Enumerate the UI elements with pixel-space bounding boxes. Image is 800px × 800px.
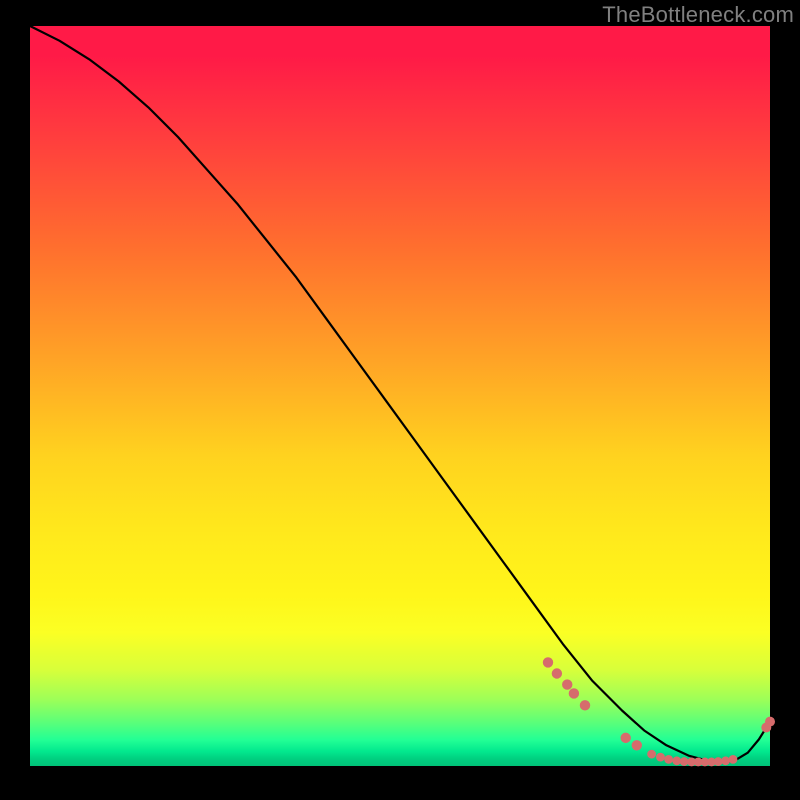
- plot-area: [30, 26, 770, 766]
- data-point: [580, 700, 590, 710]
- data-point: [765, 717, 775, 727]
- data-point: [647, 750, 656, 759]
- data-point: [543, 657, 553, 667]
- data-point: [729, 755, 738, 764]
- chart-svg: [30, 26, 770, 766]
- plot-container: [30, 26, 770, 766]
- bottleneck-curve: [30, 26, 770, 762]
- chart-root: TheBottleneck.com: [0, 0, 800, 800]
- data-point: [632, 740, 642, 750]
- data-point: [721, 756, 730, 765]
- watermark-text: TheBottleneck.com: [602, 2, 794, 28]
- data-point: [552, 668, 562, 678]
- data-points: [543, 657, 775, 766]
- data-point: [569, 688, 579, 698]
- data-point: [664, 755, 673, 764]
- data-point: [656, 753, 665, 762]
- data-point: [621, 733, 631, 743]
- data-point: [562, 679, 572, 689]
